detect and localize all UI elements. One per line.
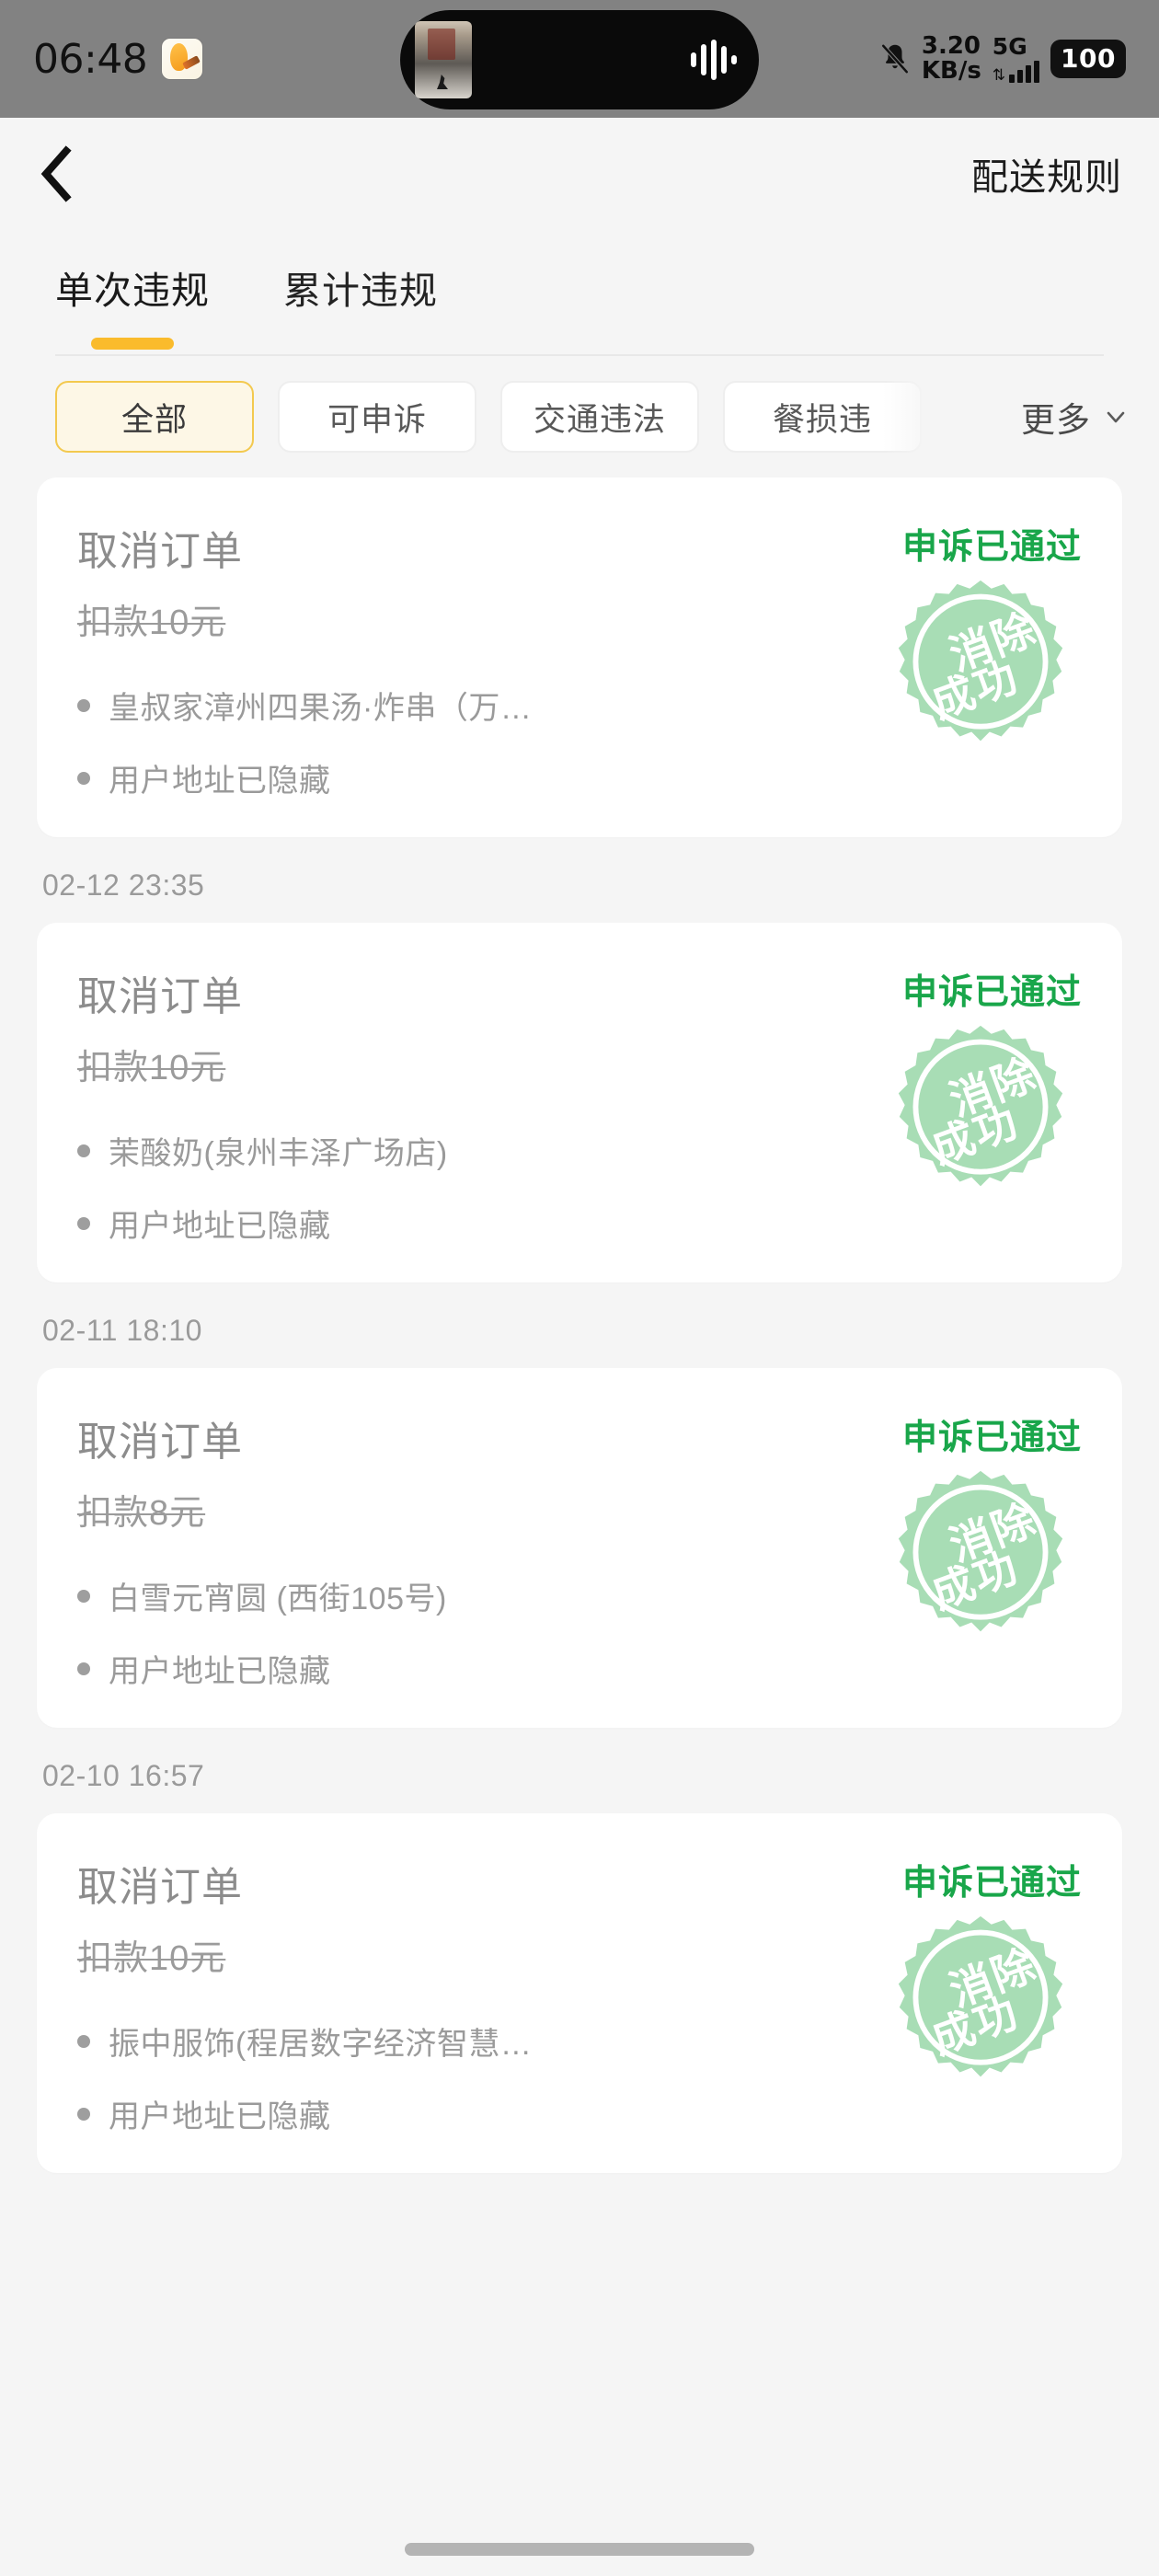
list-item: 白雪元宵圆 (西街105号) — [77, 1573, 1082, 1618]
violation-card[interactable]: 消除 成功 取消订单 申诉已通过 扣款8元 白雪元宵圆 (西街105号) 用户地… — [37, 1368, 1122, 1728]
list-item: 振中服饰(程居数字经济智慧… — [77, 2018, 1082, 2064]
penalty-amount: 扣款8元 — [77, 1494, 206, 1533]
penalty-amount: 扣款10元 — [77, 1939, 226, 1978]
violation-details: 茉酸奶(泉州丰泽广场店) 用户地址已隐藏 — [77, 1128, 1082, 1246]
violation-list: 消除 成功 取消订单 申诉已通过 扣款10元 皇叔家漳州四果汤·炸串（万… 用户… — [0, 477, 1159, 2173]
address-note: 用户地址已隐藏 — [109, 1209, 331, 1244]
list-item: 茉酸奶(泉州丰泽广场店) — [77, 1128, 1082, 1173]
list-item: 用户地址已隐藏 — [77, 1201, 1082, 1246]
home-indicator[interactable] — [405, 2543, 754, 2556]
merchant-name: 茉酸奶(泉州丰泽广场店) — [109, 1136, 448, 1171]
media-thumbnail-icon — [415, 21, 472, 98]
chevron-down-icon — [1104, 405, 1128, 429]
filter-chip-meal-damage[interactable]: 餐损违 — [723, 381, 922, 453]
network-indicator: 5G ⇅ — [992, 32, 1040, 84]
status-bar-right: 3.20 KB/s 5G ⇅ 100 — [879, 32, 1126, 84]
tab-cumulative-violation-label: 累计违规 — [283, 270, 438, 312]
violation-details: 白雪元宵圆 (西街105号) 用户地址已隐藏 — [77, 1573, 1082, 1691]
more-filters-label: 更多 — [1021, 401, 1091, 439]
filter-chip-meal-damage-label: 餐损违 — [772, 401, 872, 438]
violation-card-header: 取消订单 申诉已通过 — [77, 1409, 1082, 1467]
bell-off-icon — [879, 41, 911, 76]
record-timestamp: 02-12 23:35 — [42, 868, 205, 902]
audio-wave-icon — [691, 40, 737, 80]
dynamic-island[interactable] — [400, 10, 759, 109]
bullet-dot-icon — [77, 1216, 90, 1230]
status-badge: 申诉已通过 — [901, 973, 1082, 1012]
violation-type: 取消订单 — [77, 974, 243, 1019]
bullet-dot-icon — [77, 698, 90, 712]
bullet-dot-icon — [77, 1144, 90, 1157]
tab-cumulative-violation[interactable]: 累计违规 — [283, 259, 438, 318]
tabs-section: 单次违规 累计违规 — [0, 230, 1159, 356]
status-bar-left: 06:48 — [33, 35, 203, 83]
status-bar: 06:48 3.20 KB/s 5G ⇅ 100 — [0, 0, 1159, 118]
record-timestamp: 02-10 16:57 — [42, 1759, 205, 1792]
network-speed-unit: KB/s — [921, 57, 981, 85]
page-title: 配送规则 — [971, 157, 1122, 198]
violation-card-header: 取消订单 申诉已通过 — [77, 518, 1082, 577]
violation-card[interactable]: 消除 成功 取消订单 申诉已通过 扣款10元 振中服饰(程居数字经济智慧… 用户… — [37, 1813, 1122, 2173]
list-item: 用户地址已隐藏 — [77, 755, 1082, 800]
penalty-amount: 扣款10元 — [77, 1049, 226, 1087]
network-speed: 3.20 KB/s — [922, 34, 981, 83]
merchant-name: 白雪元宵圆 (西街105号) — [109, 1581, 447, 1616]
bullet-dot-icon — [77, 2107, 90, 2121]
network-speed-value: 3.20 — [921, 32, 981, 61]
filter-chip-traffic-violation[interactable]: 交通违法 — [500, 381, 699, 453]
battery-level: 100 — [1050, 40, 1126, 78]
violation-type: 取消订单 — [77, 1420, 243, 1465]
status-badge: 申诉已通过 — [901, 1864, 1082, 1903]
record-timestamp: 02-11 18:10 — [42, 1314, 202, 1347]
squirrel-app-icon — [162, 39, 203, 79]
tab-single-violation-label: 单次违规 — [55, 270, 210, 312]
penalty-amount: 扣款10元 — [77, 604, 226, 642]
address-note: 用户地址已隐藏 — [109, 2099, 331, 2134]
violation-type: 取消订单 — [77, 1865, 243, 1910]
merchant-name: 皇叔家漳州四果汤·炸串（万… — [109, 691, 533, 726]
bullet-dot-icon — [77, 1589, 90, 1603]
tab-active-underline — [91, 338, 174, 350]
signal-bars-icon: ⇅ — [993, 59, 1040, 84]
status-badge: 申诉已通过 — [901, 1419, 1082, 1457]
bullet-dot-icon — [77, 1662, 90, 1675]
filter-chip-traffic-violation-label: 交通违法 — [533, 401, 666, 438]
violation-type: 取消订单 — [77, 529, 243, 574]
filter-bar: 全部 可申诉 交通违法 餐损违 更多 — [0, 356, 1159, 477]
violation-details: 振中服饰(程居数字经济智慧… 用户地址已隐藏 — [77, 2018, 1082, 2136]
list-item: 皇叔家漳州四果汤·炸串（万… — [77, 683, 1082, 728]
list-item: 用户地址已隐藏 — [77, 1646, 1082, 1691]
tab-single-violation[interactable]: 单次违规 — [55, 259, 210, 350]
chevron-left-icon — [37, 145, 77, 202]
violation-card-header: 取消订单 申诉已通过 — [77, 1854, 1082, 1913]
address-note: 用户地址已隐藏 — [109, 764, 331, 799]
violation-card-header: 取消订单 申诉已通过 — [77, 963, 1082, 1022]
violation-card[interactable]: 消除 成功 取消订单 申诉已通过 扣款10元 茉酸奶(泉州丰泽广场店) 用户地址… — [37, 923, 1122, 1282]
filter-chip-all[interactable]: 全部 — [55, 381, 254, 453]
address-note: 用户地址已隐藏 — [109, 1654, 331, 1689]
filter-chip-appealable-label: 可申诉 — [327, 401, 427, 438]
status-badge: 申诉已通过 — [901, 528, 1082, 567]
merchant-name: 振中服饰(程居数字经济智慧… — [109, 2027, 533, 2062]
more-filters-button[interactable]: 更多 — [999, 356, 1128, 477]
network-type-label: 5G — [992, 32, 1027, 60]
bullet-dot-icon — [77, 771, 90, 785]
back-button[interactable] — [37, 142, 101, 206]
filter-chip-all-label: 全部 — [120, 401, 188, 438]
filter-chips-scroller[interactable]: 全部 可申诉 交通违法 餐损违 — [55, 381, 929, 453]
list-item: 用户地址已隐藏 — [77, 2091, 1082, 2136]
app-header: 配送规则 — [0, 118, 1159, 230]
violation-details: 皇叔家漳州四果汤·炸串（万… 用户地址已隐藏 — [77, 683, 1082, 800]
status-bar-clock: 06:48 — [33, 35, 148, 83]
tab-bar: 单次违规 累计违规 — [55, 230, 1104, 350]
violation-card[interactable]: 消除 成功 取消订单 申诉已通过 扣款10元 皇叔家漳州四果汤·炸串（万… 用户… — [37, 477, 1122, 837]
filter-chip-appealable[interactable]: 可申诉 — [278, 381, 476, 453]
bullet-dot-icon — [77, 2034, 90, 2048]
